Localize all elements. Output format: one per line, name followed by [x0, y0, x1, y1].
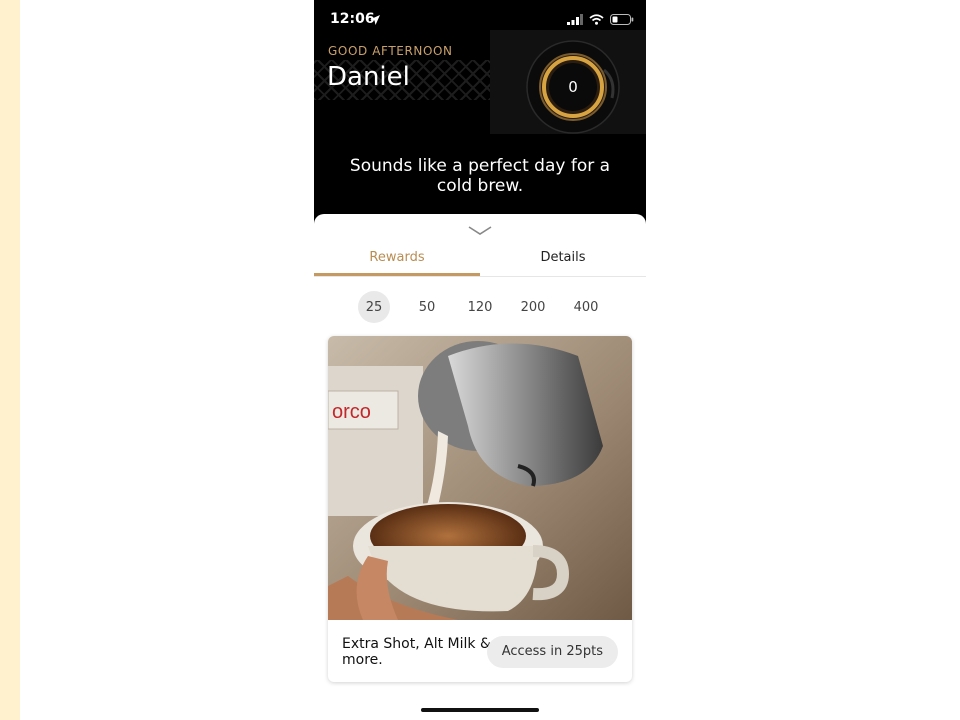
tier-400[interactable]: 400: [570, 291, 602, 323]
tier-200[interactable]: 200: [517, 291, 549, 323]
weather-message: Sounds like a perfect day for a cold bre…: [349, 156, 611, 196]
tier-50[interactable]: 50: [411, 291, 443, 323]
phone-screen: 12:06 GOOD AFTERNOON Daniel 0 Sounds lik…: [314, 0, 646, 720]
left-strip: [0, 0, 20, 720]
chevron-down-icon[interactable]: [468, 224, 492, 236]
status-icons: [567, 12, 634, 30]
tab-rewards[interactable]: Rewards: [314, 246, 480, 276]
wifi-icon: [589, 12, 604, 30]
access-points-button[interactable]: Access in 25pts: [486, 636, 618, 668]
tab-details[interactable]: Details: [480, 246, 646, 276]
rewards-sheet: Rewards Details 25 50 120 200 400 orco E…: [314, 214, 646, 720]
signal-icon: [567, 12, 583, 30]
tier-selector: 25 50 120 200 400: [358, 291, 602, 323]
location-arrow-icon: [369, 13, 381, 25]
svg-text:orco: orco: [332, 401, 371, 423]
tier-25[interactable]: 25: [358, 291, 390, 323]
status-time: 12:06: [330, 11, 375, 27]
points-meter[interactable]: 0: [526, 40, 620, 134]
latte-pour-photo: orco: [328, 336, 632, 620]
battery-icon: [610, 12, 634, 30]
greeting-text: GOOD AFTERNOON: [328, 44, 453, 58]
reward-title: Extra Shot, Alt Milk & more.: [342, 636, 491, 668]
reward-card[interactable]: orco Extra Shot, Alt Milk & more. Access…: [328, 336, 632, 682]
header-banner: 12:06 GOOD AFTERNOON Daniel 0 Sounds lik…: [314, 0, 646, 230]
home-indicator[interactable]: [421, 708, 539, 712]
points-value: 0: [568, 78, 578, 96]
tab-bar: Rewards Details: [314, 246, 646, 277]
tier-120[interactable]: 120: [464, 291, 496, 323]
user-name: Daniel: [327, 62, 410, 92]
